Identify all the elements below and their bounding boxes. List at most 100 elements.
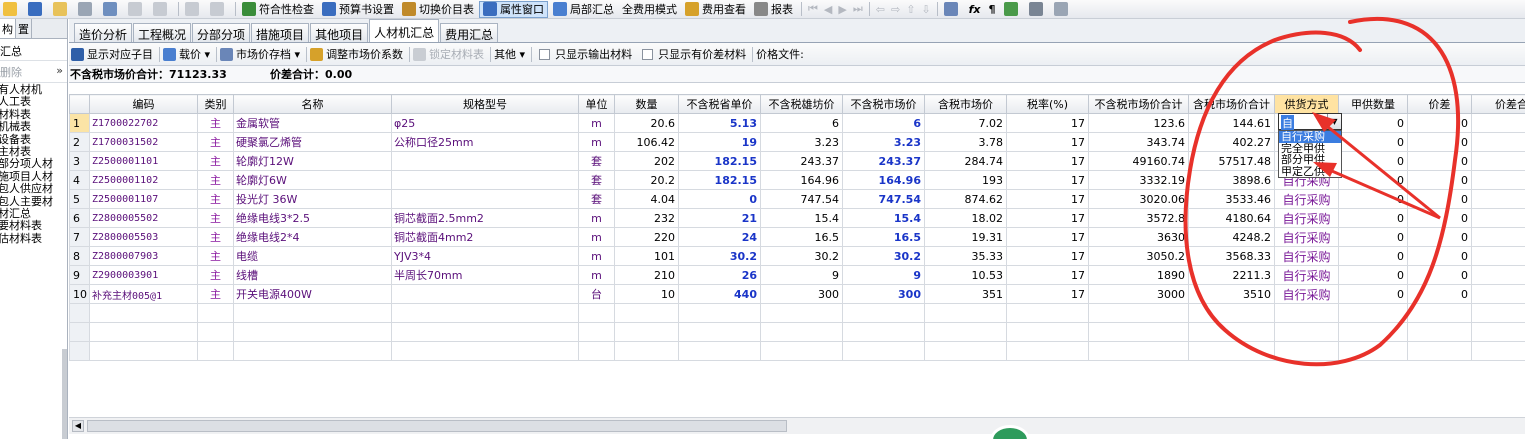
list-icon[interactable] <box>1051 1 1074 18</box>
cell-mtotal[interactable]: 3630 <box>1088 227 1189 247</box>
cell-qty[interactable]: 101 <box>614 246 679 266</box>
tree-item[interactable]: 包人供应材 <box>0 182 67 195</box>
cell-supply[interactable]: 自行采购 <box>1274 246 1339 266</box>
cell-jia[interactable]: 0 <box>1338 113 1408 133</box>
dropdown-option[interactable]: 完全甲供 <box>1279 143 1341 155</box>
full-cost-mode-button[interactable]: 全费用模式 <box>619 1 680 18</box>
cell-taxtotal[interactable]: 3898.6 <box>1188 170 1275 190</box>
delete-icon[interactable] <box>150 1 173 18</box>
cell-rate[interactable]: 17 <box>1006 265 1089 285</box>
cell-taxtotal[interactable]: 4180.64 <box>1188 208 1275 228</box>
cell-unit[interactable]: 套 <box>578 151 615 171</box>
table-row[interactable]: 6 Z2800005502 主绝缘电线3*2.5 铜芯截面2.5mm2 m 232 21 15… <box>69 208 1525 228</box>
cell-taxtotal[interactable]: 3533.46 <box>1188 189 1275 209</box>
cell-mtotal[interactable]: 123.6 <box>1088 113 1189 133</box>
cell-jia[interactable]: 0 <box>1338 189 1408 209</box>
cell-mtotal[interactable]: 49160.74 <box>1088 151 1189 171</box>
cell-xf[interactable]: 15.4 <box>760 208 843 228</box>
cell-name[interactable]: 硬聚氯乙烯管 <box>233 132 392 152</box>
cell-name[interactable]: 轮廓灯6W <box>233 170 392 190</box>
cell-extra[interactable] <box>1471 189 1525 209</box>
formula-icon[interactable]: fx <box>966 1 984 18</box>
other-menu-button[interactable]: 其他 ▾ <box>494 46 525 62</box>
cell-cat[interactable]: 主 <box>197 208 234 228</box>
cell-code[interactable]: Z2800005503 <box>89 227 198 247</box>
cell-unit[interactable]: 台 <box>578 284 615 304</box>
prev-icon[interactable]: ◀ <box>821 3 835 16</box>
cell-diff[interactable]: 0 <box>1407 189 1472 209</box>
cell-taxtotal[interactable]: 4248.2 <box>1188 227 1275 247</box>
horizontal-scrollbar[interactable]: ◀ <box>69 417 1525 434</box>
cube-icon[interactable] <box>1001 1 1024 18</box>
cell-diff[interactable]: 0 <box>1407 151 1472 171</box>
cell-jia[interactable]: 0 <box>1338 208 1408 228</box>
table-row[interactable]: 10 补充主材005@1 主开关电源400W 台 10 440 300 300 351 17 300… <box>69 284 1525 304</box>
cell-unit[interactable]: m <box>578 265 615 285</box>
cell-prov[interactable]: 26 <box>678 265 761 285</box>
only-diff-checkbox[interactable] <box>642 48 654 60</box>
redo-icon[interactable] <box>207 1 230 18</box>
cell-unit[interactable]: m <box>578 208 615 228</box>
cell-code[interactable]: Z2800005502 <box>89 208 198 228</box>
cell-name[interactable]: 绝缘电线2*4 <box>233 227 392 247</box>
column-header[interactable]: 不含税雄坊价 <box>760 94 843 114</box>
cell-diff[interactable]: 0 <box>1407 170 1472 190</box>
cell-unit[interactable]: 套 <box>578 189 615 209</box>
column-header[interactable]: 税率(%) <box>1006 94 1089 114</box>
column-header[interactable]: 供货方式 <box>1274 94 1339 114</box>
cell-no[interactable]: 3 <box>69 151 90 171</box>
cell-no[interactable]: 9 <box>69 265 90 285</box>
cell-rate[interactable]: 17 <box>1006 170 1089 190</box>
cell-code[interactable]: 补充主材005@1 <box>89 284 198 304</box>
cell-qty[interactable]: 106.42 <box>614 132 679 152</box>
report-button[interactable]: 报表 <box>751 1 796 18</box>
left-more-button[interactable]: » <box>56 64 63 82</box>
cell-diff[interactable]: 0 <box>1407 265 1472 285</box>
move-left-icon[interactable]: ⇦ <box>873 3 888 16</box>
cell-rate[interactable]: 17 <box>1006 284 1089 304</box>
cell-qty[interactable]: 10 <box>614 284 679 304</box>
cell-code[interactable]: Z1700022702 <box>89 113 198 133</box>
cell-taxmkt[interactable]: 193 <box>924 170 1007 190</box>
cell-code[interactable]: Z2500001102 <box>89 170 198 190</box>
cell-prov[interactable]: 182.15 <box>678 170 761 190</box>
cell-prov[interactable]: 21 <box>678 208 761 228</box>
cell-mkt[interactable]: 3.23 <box>842 132 925 152</box>
left-delete-button[interactable]: 删除 <box>0 64 22 82</box>
scroll-left-icon[interactable]: ◀ <box>72 420 84 432</box>
cell-xf[interactable]: 30.2 <box>760 246 843 266</box>
dropdown-option[interactable]: 部分甲供 <box>1279 154 1341 166</box>
cell-spec[interactable] <box>391 189 579 209</box>
calculator-icon[interactable] <box>941 1 964 18</box>
only-output-checkbox[interactable] <box>539 48 551 60</box>
cell-xf[interactable]: 3.23 <box>760 132 843 152</box>
cell-diff[interactable]: 0 <box>1407 284 1472 304</box>
cell-rate[interactable]: 17 <box>1006 132 1089 152</box>
first-icon[interactable]: ⏮ <box>805 2 821 16</box>
cell-taxmkt[interactable]: 10.53 <box>924 265 1007 285</box>
cell-name[interactable]: 线槽 <box>233 265 392 285</box>
tab-4[interactable]: 其他项目 <box>310 23 369 42</box>
cell-xf[interactable]: 16.5 <box>760 227 843 247</box>
lock-material-button[interactable]: 锁定材料表 <box>413 46 484 62</box>
cell-jia[interactable]: 0 <box>1338 227 1408 247</box>
left-summary-label[interactable]: 汇总 <box>0 39 67 61</box>
table-row[interactable]: 9 Z2900003901 主线槽 半周长70mm m 210 26 9 9 10.53 17 189… <box>69 265 1525 285</box>
cell-diff[interactable]: 0 <box>1407 227 1472 247</box>
cell-spec[interactable]: 铜芯截面2.5mm2 <box>391 208 579 228</box>
cell-spec[interactable] <box>391 170 579 190</box>
cell-spec[interactable]: YJV3*4 <box>391 246 579 266</box>
dropdown-option[interactable]: 甲定乙供 <box>1279 166 1341 178</box>
folder-icon[interactable] <box>50 1 73 18</box>
cell-prov[interactable]: 182.15 <box>678 151 761 171</box>
cell-taxtotal[interactable]: 3510 <box>1188 284 1275 304</box>
show-sub-items-button[interactable]: 显示对应子目 <box>71 46 153 62</box>
cell-mtotal[interactable]: 1890 <box>1088 265 1189 285</box>
budget-settings-button[interactable]: 预算书设置 <box>319 1 397 18</box>
cell-jia[interactable]: 0 <box>1338 151 1408 171</box>
new-file-icon[interactable] <box>0 1 23 18</box>
cell-no[interactable]: 2 <box>69 132 90 152</box>
cell-mtotal[interactable]: 3020.06 <box>1088 189 1189 209</box>
supply-method-combo-value[interactable]: 自 <box>1281 115 1294 131</box>
cell-mkt[interactable]: 6 <box>842 113 925 133</box>
